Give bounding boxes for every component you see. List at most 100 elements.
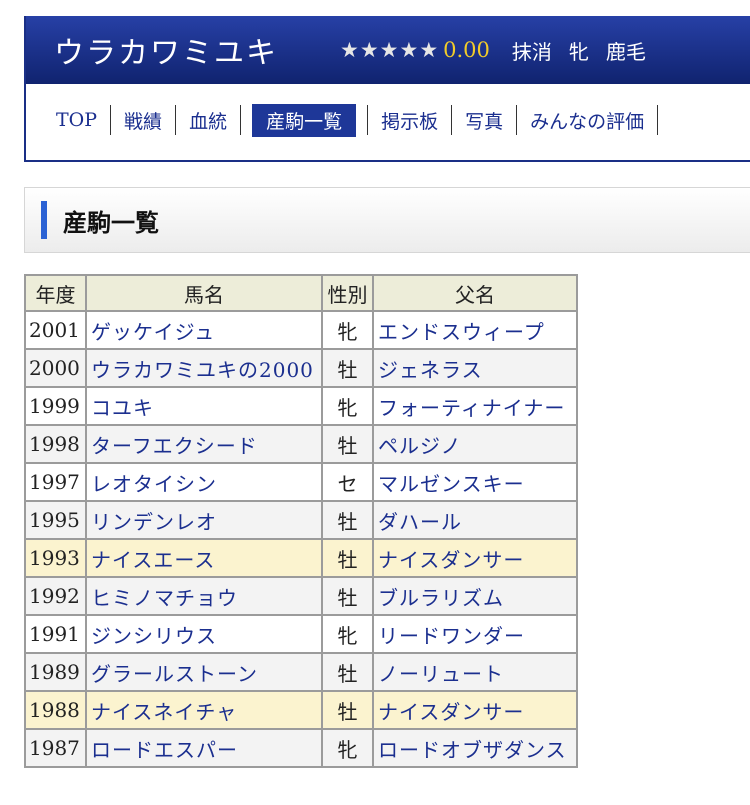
sex-cell: 牡 — [337, 661, 358, 686]
tab-separator — [110, 105, 112, 135]
sire-name-link[interactable]: ダハール — [378, 510, 462, 534]
sire-name-cell: ロードオブザダンス — [372, 728, 578, 768]
header-name: 馬名 — [85, 274, 323, 312]
table-row: 1993 ナイスエース 牡ナイスダンサー — [24, 538, 578, 578]
sex-cell: 牡 — [321, 538, 374, 578]
sire-name-cell: マルゼンスキー — [372, 462, 578, 502]
year-cell: 1988 — [29, 698, 80, 722]
table-row: 1988 ナイスネイチャ 牡ナイスダンサー — [24, 690, 578, 730]
sex-cell: セ — [337, 471, 358, 496]
year-cell: 2001 — [24, 310, 87, 350]
horse-name-link[interactable]: ウラカワミユキの2000 — [91, 358, 314, 382]
table-row: 1998 ターフエクシード 牡ペルジノ — [24, 424, 578, 464]
tab-3[interactable]: 産駒一覧 — [252, 103, 357, 137]
sire-name-link[interactable]: フォーティナイナー — [378, 396, 565, 420]
horse-name-cell: ターフエクシード — [85, 424, 323, 464]
table-row: 1987 ロードエスパー 牝ロードオブザダンス — [24, 728, 578, 768]
star-icon: ★ — [379, 38, 399, 62]
year-cell: 1989 — [24, 652, 87, 692]
star-icon: ★ — [419, 38, 439, 62]
sire-name-link[interactable]: ブルラリズム — [378, 586, 504, 610]
sire-name-link[interactable]: マルゼンスキー — [378, 472, 525, 496]
year-cell: 1999 — [24, 386, 87, 426]
sire-name-link[interactable]: ペルジノ — [378, 434, 462, 458]
status-label: 抹消 — [511, 39, 552, 64]
year-cell: 1987 — [29, 736, 80, 760]
sex-cell: セ — [321, 462, 374, 502]
sire-name-link[interactable]: ナイスダンサー — [378, 548, 524, 572]
horse-name-link[interactable]: ターフエクシード — [91, 434, 258, 458]
tab-2[interactable]: 血統 — [187, 105, 229, 136]
sire-name-link[interactable]: ノーリュート — [378, 662, 504, 686]
year-cell: 1992 — [24, 576, 87, 616]
sex-cell: 牡 — [337, 585, 358, 610]
sex-cell: 牡 — [321, 424, 374, 464]
horse-name-cell: レオタイシン — [85, 462, 323, 502]
tab-separator — [175, 105, 177, 135]
sire-name-link[interactable]: リードワンダー — [378, 624, 525, 648]
coat-color-label: 鹿毛 — [605, 39, 646, 64]
sex-cell: 牝 — [321, 386, 374, 426]
table-row: 1999 コユキ 牝フォーティナイナー — [24, 386, 578, 426]
sex-cell: 牝 — [337, 395, 358, 420]
sire-name-cell: ブルラリズム — [372, 576, 578, 616]
year-cell: 1991 — [29, 622, 80, 646]
sire-name-cell: ナイスダンサー — [372, 538, 578, 578]
horse-name-link[interactable]: コユキ — [91, 396, 154, 420]
horse-name-link[interactable]: ジンシリウス — [91, 624, 217, 648]
table-row: 1992 ヒミノマチョウ 牡ブルラリズム — [24, 576, 578, 616]
sex-cell: 牡 — [321, 652, 374, 692]
horse-name-cell: ロードエスパー — [85, 728, 323, 768]
section-title: 産駒一覧 — [63, 207, 159, 237]
horse-name-link[interactable]: リンデンレオ — [91, 510, 217, 534]
sire-name-cell: ジェネラス — [372, 348, 578, 388]
year-cell: 1989 — [29, 660, 80, 684]
sex-cell: 牝 — [321, 614, 374, 654]
sire-name-link[interactable]: ロードオブザダンス — [378, 738, 567, 762]
year-cell: 1993 — [24, 538, 87, 578]
sex-cell: 牡 — [337, 509, 358, 534]
horse-name-link[interactable]: ヒミノマチョウ — [91, 586, 238, 610]
horse-name-link[interactable]: ナイスエース — [91, 548, 215, 572]
year-cell: 1997 — [24, 462, 87, 502]
table-header-row: 年度 馬名 性別 父名 — [24, 274, 578, 312]
tab-0[interactable]: TOP — [54, 107, 99, 133]
year-cell: 1999 — [29, 394, 80, 418]
year-cell: 1987 — [24, 728, 87, 768]
star-icon: ★ — [399, 38, 419, 62]
horse-name-link[interactable]: ナイスネイチャ — [91, 700, 237, 724]
year-cell: 1988 — [24, 690, 87, 730]
horse-name-cell: グラールストーン — [85, 652, 323, 692]
sex-cell: 牡 — [321, 576, 374, 616]
year-cell: 1993 — [29, 546, 80, 570]
horse-name: ウラカワミユキ — [54, 36, 278, 71]
offspring-table: 年度 馬名 性別 父名 2001 ゲッケイジュ牝 エンドスウィープ 2000 ウラカワミ… — [24, 274, 578, 768]
tab-1[interactable]: 戦績 — [122, 105, 164, 136]
year-cell: 1998 — [29, 432, 80, 456]
header-year: 年度 — [24, 274, 87, 312]
horse-name-link[interactable]: グラールストーン — [91, 662, 258, 686]
table-row: 2000 ウラカワミユキの2000 牡ジェネラス — [24, 348, 578, 388]
year-cell: 1991 — [24, 614, 87, 654]
tab-6[interactable]: みんなの評価 — [528, 105, 646, 136]
tab-separator — [657, 105, 659, 135]
year-cell: 2000 — [29, 356, 80, 380]
tab-separator — [516, 105, 518, 135]
sire-name-link[interactable]: ジェネラス — [378, 358, 483, 382]
heading-marker — [41, 201, 47, 239]
horse-name-cell: リンデンレオ — [85, 500, 323, 540]
tab-separator — [240, 105, 242, 135]
tab-4[interactable]: 掲示板 — [379, 105, 440, 136]
star-icon: ★ — [359, 38, 379, 62]
tab-5[interactable]: 写真 — [463, 105, 505, 136]
sire-name-link[interactable]: エンドスウィープ — [378, 320, 545, 344]
year-cell: 1995 — [29, 508, 80, 532]
sire-name-link[interactable]: ナイスダンサー — [378, 700, 524, 724]
horse-name-cell: コユキ — [85, 386, 323, 426]
year-cell: 1998 — [24, 424, 87, 464]
horse-name-link[interactable]: ゲッケイジュ — [91, 320, 215, 344]
sex-label: 牝 — [568, 39, 589, 64]
table-row: 1997 レオタイシン セマルゼンスキー — [24, 462, 578, 502]
horse-name-link[interactable]: レオタイシン — [91, 472, 217, 496]
horse-name-link[interactable]: ロードエスパー — [91, 738, 238, 762]
